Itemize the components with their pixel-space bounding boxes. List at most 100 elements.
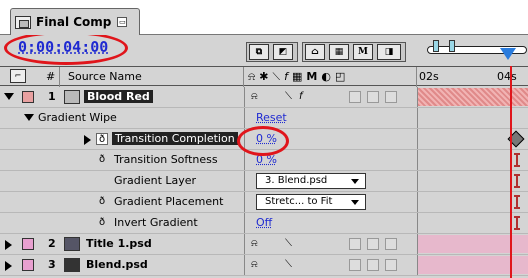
final-comp-timeline-window: { "tab": {"title": "Final Comp"}, "timec… — [0, 0, 528, 278]
property-row[interactable]: ð Invert Gradient Off — [0, 213, 528, 234]
layer-switches: ⍾ ⟍ — [244, 234, 417, 254]
footage-icon — [64, 258, 80, 272]
column-options-icon[interactable]: ⌐ — [10, 69, 26, 83]
twirl-right-icon[interactable] — [5, 261, 12, 271]
quality-icon[interactable]: ⟍ — [285, 91, 292, 103]
graph-icon[interactable]: ◨ — [377, 44, 401, 60]
timecode-highlight-ellipse — [4, 31, 128, 65]
layer-switch-icon[interactable]: ⍾ — [251, 259, 258, 271]
layer-left: 1 Blood Red — [0, 87, 244, 107]
current-time-line — [510, 66, 512, 278]
tab-title: Final Comp — [36, 15, 112, 29]
switch-box[interactable] — [367, 91, 379, 103]
motion-blur-button-icon[interactable]: M — [353, 44, 373, 60]
draft-3d-icon[interactable]: ◩ — [273, 44, 293, 60]
stopwatch-icon[interactable]: ð — [96, 133, 108, 145]
label-color-swatch[interactable] — [22, 91, 34, 103]
switch-box[interactable] — [367, 259, 379, 271]
close-icon[interactable]: ▭ — [117, 17, 128, 27]
layer-row[interactable]: 1 Blood Red ⍾ ⟍ f — [0, 87, 528, 108]
effect-left: Gradient Wipe — [0, 108, 244, 128]
switch-box[interactable] — [349, 238, 361, 250]
twirl-down-icon[interactable] — [24, 114, 34, 121]
twirl-down-icon[interactable] — [4, 93, 14, 100]
switch-box[interactable] — [385, 91, 397, 103]
reset-link[interactable]: Reset — [256, 111, 287, 124]
twirl-right-icon[interactable] — [84, 135, 91, 145]
composition-icon — [15, 15, 31, 29]
effect-switches: Reset — [244, 108, 417, 128]
property-name[interactable]: Transition Completion — [112, 132, 238, 145]
asterisk-icon: ✱ — [259, 70, 273, 83]
stopwatch-icon[interactable]: ð — [96, 217, 108, 229]
layer-switch-icon[interactable]: ⍾ — [251, 91, 258, 103]
layer-left: 3 Blend.psd — [0, 255, 244, 275]
switch-box[interactable] — [349, 259, 361, 271]
ruler-label-start: 02s — [419, 70, 439, 83]
work-area-start-handle[interactable] — [433, 40, 439, 52]
effect-f-icon[interactable]: f — [299, 91, 303, 103]
property-name: Transition Softness — [114, 153, 218, 166]
property-left: ð Gradient Placement — [0, 192, 244, 212]
current-time-indicator[interactable] — [500, 48, 516, 60]
switch-box[interactable] — [367, 238, 379, 250]
property-name: Gradient Layer — [114, 174, 197, 187]
layer-switch-icon: ⍾ — [248, 70, 260, 83]
shy-layers-icon[interactable]: ⌂ — [305, 44, 325, 60]
adjustment-layer-icon: ◐ — [321, 70, 335, 83]
header-switches-cell: ⌐ # — [0, 67, 60, 87]
layer-name[interactable]: Blood Red — [84, 90, 153, 103]
layer-name[interactable]: Title 1.psd — [86, 237, 152, 250]
header-source-name[interactable]: Source Name — [60, 67, 244, 87]
gradient-layer-dropdown[interactable]: 3. Blend.psd — [256, 173, 366, 189]
label-color-swatch[interactable] — [22, 259, 34, 271]
frame-blend-icon: ▦ — [291, 70, 307, 83]
layer-number: 2 — [48, 237, 56, 250]
switch-box[interactable] — [385, 238, 397, 250]
value-highlight-ellipse — [237, 126, 289, 156]
property-value-cell: Stretc... to Fit — [244, 192, 417, 212]
property-name: Gradient Placement — [114, 195, 224, 208]
property-value[interactable]: Off — [256, 216, 272, 229]
timeline-header: ⌐ # Source Name ⍾✱⟍f▦M◐◰ 02s 04s — [0, 66, 528, 87]
stopwatch-icon[interactable]: ð — [96, 196, 108, 208]
keyframe-ibeam-icon — [514, 216, 520, 230]
effect-f-icon: f — [284, 70, 292, 83]
stopwatch-icon[interactable]: ð — [96, 154, 108, 166]
composition-button-icon[interactable]: ⧉ — [249, 44, 269, 60]
layer-switch-icon[interactable]: ⍾ — [251, 238, 258, 250]
work-area-end-handle[interactable] — [449, 40, 455, 52]
layer-row[interactable]: 3 Blend.psd ⍾ ⟍ — [0, 255, 528, 276]
effect-name: Gradient Wipe — [38, 111, 117, 124]
layer-number: 3 — [48, 258, 56, 271]
switch-box[interactable] — [349, 91, 361, 103]
property-row[interactable]: Gradient Layer 3. Blend.psd — [0, 171, 528, 192]
tab-final-comp[interactable]: Final Comp ▭ — [10, 8, 140, 35]
solid-layer-icon — [64, 90, 80, 104]
layer-name[interactable]: Blend.psd — [86, 258, 148, 271]
label-color-swatch[interactable] — [22, 238, 34, 250]
quality-icon: ⟍ — [272, 70, 285, 83]
toolbar-group-2: ⌂ ▦ M ◨ — [302, 42, 406, 62]
ruler-label-end: 04s — [497, 70, 517, 83]
footage-icon — [64, 237, 80, 251]
quality-icon[interactable]: ⟍ — [285, 259, 292, 271]
layer-switches: ⍾ ⟍ f — [244, 87, 417, 107]
layer-number: 1 — [48, 90, 56, 103]
property-row[interactable]: ð Gradient Placement Stretc... to Fit — [0, 192, 528, 213]
toolbar-group-1: ⧉ ◩ — [246, 42, 298, 62]
property-value-cell: Off — [244, 213, 417, 233]
property-value-cell: 3. Blend.psd — [244, 171, 417, 191]
layer-row[interactable]: 2 Title 1.psd ⍾ ⟍ — [0, 234, 528, 255]
layer-switches: ⍾ ⟍ — [244, 255, 417, 275]
header-switches: ⍾✱⟍f▦M◐◰ — [244, 67, 417, 87]
motion-blur-icon: M — [306, 70, 322, 83]
quality-icon[interactable]: ⟍ — [285, 238, 292, 250]
3d-layer-icon: ◰ — [334, 70, 350, 83]
property-left: ð Transition Softness — [0, 150, 244, 170]
gradient-placement-dropdown[interactable]: Stretc... to Fit — [256, 194, 366, 210]
switch-box[interactable] — [385, 259, 397, 271]
frame-blending-icon[interactable]: ▦ — [329, 44, 349, 60]
keyframe-ibeam-icon — [514, 174, 520, 188]
twirl-right-icon[interactable] — [5, 240, 12, 250]
